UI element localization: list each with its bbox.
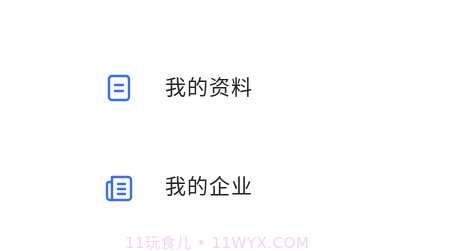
menu-item-label: 我的企业 bbox=[165, 175, 253, 199]
menu-page: 我的资料 我的企业 11玩食儿 • 11WYX.COM bbox=[0, 0, 457, 251]
menu-item-my-company[interactable]: 我的企业 bbox=[0, 155, 457, 219]
company-document-icon bbox=[104, 172, 134, 202]
menu-item-my-profile[interactable]: 我的资料 bbox=[0, 56, 457, 120]
menu-item-label: 我的资料 bbox=[165, 76, 253, 100]
watermark-text: 11玩食儿 • 11WYX.COM bbox=[125, 234, 310, 251]
document-icon bbox=[104, 73, 134, 103]
